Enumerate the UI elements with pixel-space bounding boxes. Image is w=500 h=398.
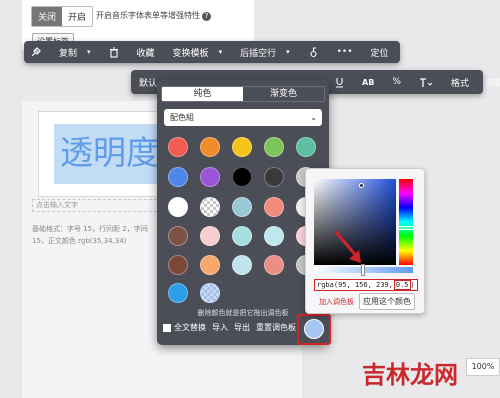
color-swatch[interactable] [200, 283, 220, 303]
color-swatch[interactable] [168, 283, 188, 303]
favorite-button[interactable]: 收藏 [137, 46, 155, 59]
format-line-1: 基础格式：字号 15，行间距 2，字间 [32, 225, 148, 233]
copy-label: 复制 [59, 48, 78, 59]
toggle-on-button[interactable]: 开启 [62, 7, 93, 26]
color-swatch[interactable] [200, 167, 220, 187]
insert-line-after-button[interactable]: 后插空行 ▾ [240, 46, 290, 59]
replace-all-label[interactable]: 全文替换 [174, 322, 206, 333]
color-swatch[interactable] [200, 197, 220, 217]
caption-input[interactable]: 点击输入文字 [32, 199, 172, 212]
zoom-level[interactable]: 100% [466, 358, 500, 376]
selected-title-text[interactable]: 透明度 [54, 124, 172, 184]
copy-caret-icon[interactable]: ▾ [87, 48, 91, 56]
palette-group-select[interactable]: 配色組 ⌄ [164, 109, 322, 126]
color-swatch[interactable] [168, 255, 188, 275]
format-info: 基础格式：字号 15，行间距 2，字间 15，正文颜色 rgb(35,34,34… [32, 223, 148, 247]
picker-tabs: 纯色 渐变色 [161, 86, 325, 102]
current-color-dot [304, 319, 324, 339]
enhance-label-text: 开启音乐字体表单等增强特性 [96, 11, 200, 20]
alpha-value[interactable]: 0.5 [393, 280, 411, 290]
color-swatch[interactable] [264, 255, 284, 275]
picker-footer: 全文替换 导入 导出 重置调色板 [163, 322, 302, 333]
text-effect-icon[interactable] [419, 77, 433, 88]
color-swatch[interactable] [168, 167, 188, 187]
enhance-toggle[interactable]: 关闭 开启 [31, 6, 94, 27]
trash-icon[interactable] [109, 46, 119, 58]
copy-button[interactable]: 复制 ▾ [59, 46, 91, 59]
color-swatch[interactable] [264, 226, 284, 246]
tab-gradient[interactable]: 渐变色 [243, 87, 324, 101]
annotation-arrow-icon [333, 230, 361, 263]
chevron-down-icon: ⌄ [310, 113, 317, 122]
color-swatch[interactable] [168, 197, 188, 217]
color-picker-popup: 纯色 渐变色 配色組 ⌄ 删除颜色就是把它拖出调色板 全文替换 导入 导出 重置… [157, 80, 329, 345]
saturation-picker-handle[interactable] [359, 183, 364, 188]
spacing-button[interactable]: 间距 [487, 76, 500, 89]
case-button[interactable]: AB [362, 78, 374, 87]
color-swatch[interactable] [232, 137, 252, 157]
format-brush-icon[interactable] [308, 46, 319, 58]
color-swatch[interactable] [264, 167, 284, 187]
apply-color-button[interactable]: 应用这个颜色 [359, 293, 415, 310]
color-swatch[interactable] [264, 137, 284, 157]
rgba-suffix: ) [410, 281, 415, 289]
advanced-color-panel: rgba(95, 156, 239, 0.5 ) 加入调色板 应用这个颜色 [305, 168, 425, 314]
color-swatch[interactable] [168, 137, 188, 157]
font-default-label[interactable]: 默认 [139, 76, 157, 89]
color-swatch[interactable] [232, 226, 252, 246]
rgba-prefix: rgba(95, 156, 239, [317, 281, 393, 289]
color-swatch[interactable] [232, 255, 252, 275]
replace-all-checkbox[interactable] [163, 323, 171, 332]
hue-slider-handle[interactable] [397, 226, 415, 230]
format-button[interactable]: 格式 [451, 76, 469, 89]
insert-line-label: 后插空行 [240, 48, 277, 59]
pin-icon[interactable] [30, 46, 41, 58]
color-swatch[interactable] [296, 137, 316, 157]
alpha-slider-handle[interactable] [361, 264, 365, 276]
help-icon[interactable]: ? [202, 12, 211, 21]
rgba-input[interactable]: rgba(95, 156, 239, 0.5 ) [314, 279, 418, 291]
color-swatch[interactable] [200, 255, 220, 275]
color-swatch[interactable] [232, 167, 252, 187]
add-to-palette-link[interactable]: 加入调色板 [319, 297, 354, 307]
underline-icon[interactable] [335, 77, 344, 88]
watermark-logo: 吉林龙网 [362, 361, 458, 389]
palette-group-value: 配色組 [170, 113, 194, 122]
export-button[interactable]: 导出 [234, 322, 250, 333]
alpha-slider[interactable] [314, 264, 413, 276]
toggle-off-button[interactable]: 关闭 [32, 7, 63, 26]
reset-palette-button[interactable]: 重置调色板 [256, 322, 296, 333]
color-swatch[interactable] [264, 197, 284, 217]
locate-button[interactable]: 定位 [371, 46, 389, 59]
switch-template-button: 变换模板 ▾ [173, 46, 223, 59]
hue-slider[interactable] [397, 179, 415, 265]
format-line-2: 15，正文颜色 rgb(35,34,34) [32, 237, 127, 245]
enhance-label: 开启音乐字体表单等增强特性? [96, 10, 211, 21]
color-swatch[interactable] [200, 137, 220, 157]
more-icon[interactable]: ••• [337, 47, 353, 57]
color-swatch[interactable] [168, 226, 188, 246]
percent-button[interactable]: % [392, 77, 401, 87]
block-toolbar: 复制 ▾ 收藏 变换模板 ▾ 后插空行 ▾ ••• 定位 [24, 41, 400, 63]
color-swatch[interactable] [200, 226, 220, 246]
editor-page: 关闭 开启 开启音乐字体表单等增强特性? 设置标签 透明度 点击输入文字 基础格… [0, 0, 500, 398]
switch-template-label: 变换模板 [172, 48, 209, 59]
current-color-swatch[interactable] [297, 314, 331, 345]
color-swatch[interactable] [232, 197, 252, 217]
template-caret-icon[interactable]: ▾ [219, 48, 223, 56]
insert-caret-icon[interactable]: ▾ [286, 48, 290, 56]
import-button[interactable]: 导入 [212, 322, 228, 333]
tab-solid-color[interactable]: 纯色 [162, 87, 243, 101]
